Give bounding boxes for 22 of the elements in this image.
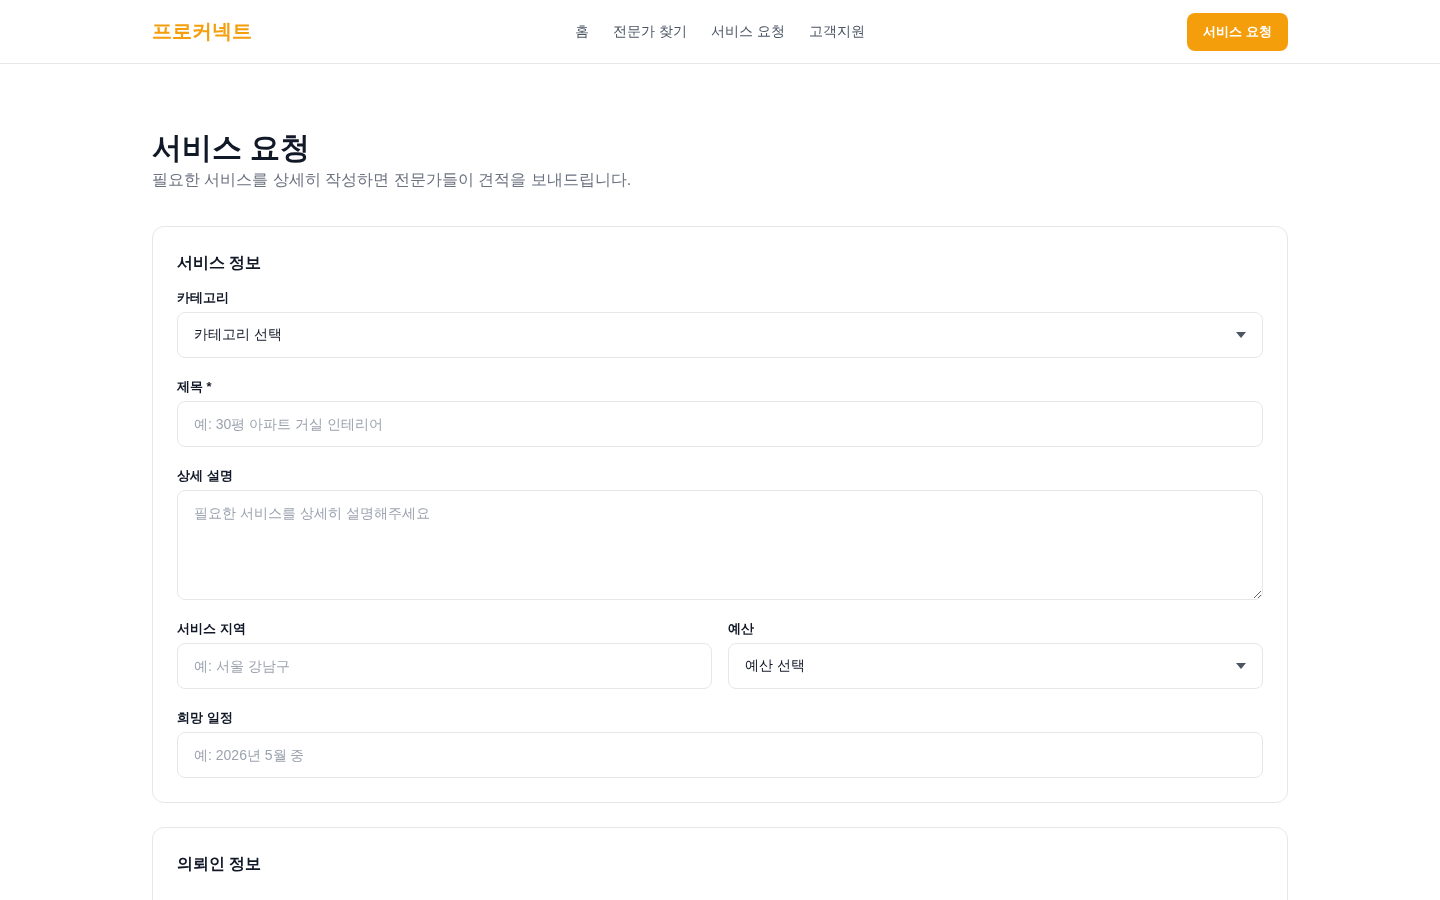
- field-label: 제목 *: [177, 378, 213, 395]
- page-title: 서비스 요청: [152, 130, 312, 166]
- nav-link[interactable]: 서비스 요청: [711, 22, 785, 41]
- text-input[interactable]: 예: 2026년 5월 중: [177, 732, 1263, 778]
- page-subtitle: 필요한 서비스를 상세히 작성하면 전문가들이 견적을 보내드립니다.: [152, 170, 633, 190]
- section-title: 서비스 정보: [177, 253, 263, 273]
- field-label: 희망 일정: [177, 709, 234, 726]
- field-label: 상세 설명: [177, 467, 234, 484]
- select-field[interactable]: 예산 선택: [728, 643, 1263, 689]
- text-input[interactable]: 예: 30평 아파트 거실 인테리어: [177, 401, 1263, 447]
- field-label: 카테고리: [177, 289, 230, 306]
- caret-icon: [1236, 663, 1246, 669]
- nav-link[interactable]: 고객지원: [808, 22, 865, 41]
- nav-link[interactable]: 전문가 찾기: [613, 22, 687, 41]
- caret-icon: [1236, 332, 1246, 338]
- nav-link[interactable]: 홈: [575, 22, 590, 41]
- field-label: 서비스 지역: [177, 620, 247, 637]
- text-input[interactable]: 예: 서울 강남구: [177, 643, 712, 689]
- field-label: 예산: [728, 620, 755, 637]
- select-field[interactable]: 카테고리 선택: [177, 312, 1263, 358]
- section-title: 의뢰인 정보: [177, 854, 263, 874]
- textarea-field[interactable]: 필요한 서비스를 상세히 설명해주세요: [177, 490, 1263, 600]
